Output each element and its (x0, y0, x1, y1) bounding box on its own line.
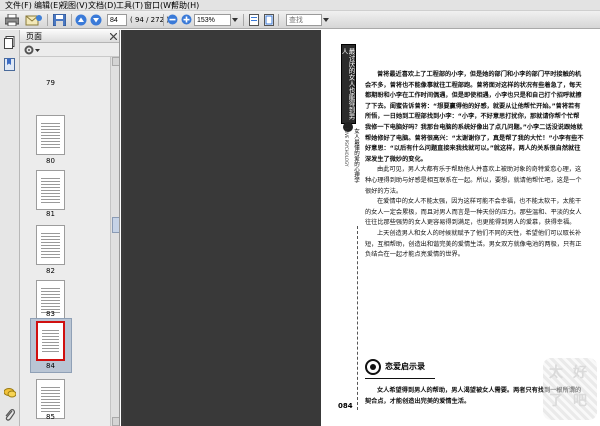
page-down-icon (90, 14, 102, 25)
thumbnail-label: 82 (46, 267, 55, 275)
page-number-input[interactable] (107, 14, 127, 26)
paragraph: 在爱情中的女人不能太强，因为这样可能不会幸福，也不能太软干，太能干的女人一定会累… (365, 198, 582, 227)
attachment-icon (5, 409, 15, 421)
menu-view[interactable]: 视图(V) (60, 0, 88, 11)
section-underline (365, 378, 435, 379)
seal-character: 好 (573, 365, 587, 381)
section-heading: 恋爱启示录 (365, 356, 425, 378)
save-icon (52, 13, 66, 26)
thumbnail-label: 81 (46, 210, 55, 218)
fit-page-icon (263, 13, 274, 26)
menu-bar: 文件(F) 编辑(E) 视图(V) 文档(D) 工具(T) 窗口(W) 帮助(H… (0, 0, 600, 11)
menu-tools[interactable]: 工具(T) (116, 0, 143, 11)
chapter-title: 最讨厌的女人也能得到男人 (340, 48, 355, 120)
panel-close-button[interactable] (109, 32, 118, 41)
chapter-subtitle-english: LOVE PSYCHOLOGY (344, 128, 349, 167)
menu-edit[interactable]: 编辑(E) (34, 0, 61, 11)
chevron-down-icon (323, 17, 329, 22)
page-up-button[interactable] (74, 13, 88, 26)
paragraph: 由此可见，男人大都有乐于帮助他人并喜欢上被助对象的奇特爱恋心理，这种心理得到助与… (365, 166, 582, 195)
paragraph: 上天创造男人和女人的时候就赋予了他们不同的天性，希望他们可以取长补短，互相帮助，… (365, 229, 582, 259)
comment-icon (3, 388, 17, 398)
seal-character: 了 (549, 393, 563, 409)
options-icon (24, 45, 34, 55)
email-icon (25, 14, 42, 25)
thumbnail-page[interactable] (36, 225, 65, 265)
thumbnail-label: 85 (46, 413, 55, 421)
scroll-up-button[interactable] (112, 57, 119, 66)
zoom-out-button[interactable] (166, 13, 179, 26)
find-dropdown[interactable] (322, 13, 330, 26)
thumbnail-label: 83 (46, 310, 55, 318)
page-down-button[interactable] (89, 13, 103, 26)
zoom-out-icon (167, 14, 178, 25)
attachments-button[interactable] (4, 408, 15, 424)
thumbnail-page-selected[interactable] (36, 321, 65, 361)
pages-panel: 页面 79 80 81 82 83 84 85 (20, 30, 120, 426)
fit-page-button[interactable] (262, 13, 275, 26)
body-text: 曾将最近喜欢上了工程部的小李，但是她的部门和小李的部门平时接触的机会不多，曾将也… (365, 70, 585, 261)
panel-header: 页面 (20, 30, 119, 43)
navigation-strip (0, 30, 20, 426)
email-button[interactable] (24, 13, 44, 26)
scroll-thumb[interactable] (112, 217, 119, 233)
chevron-down-icon (35, 48, 40, 52)
page-up-icon (75, 14, 87, 25)
thumbnail-scrollbar[interactable] (110, 57, 119, 426)
bookmarks-icon (4, 58, 15, 71)
seal-character: 吧 (573, 393, 587, 409)
chapter-subtitle: 女人最懂的爱的心理学 (353, 128, 359, 183)
find-input[interactable] (286, 14, 322, 26)
zoom-dropdown[interactable] (231, 13, 239, 26)
panel-toolbar (20, 43, 119, 57)
print-button[interactable] (4, 13, 20, 26)
panel-options-button[interactable] (24, 45, 40, 55)
page-number: 084 (338, 402, 353, 410)
comments-button[interactable] (3, 388, 17, 401)
watermark-seal: 太 好 了 吧 (543, 358, 597, 420)
fit-width-icon (248, 13, 259, 26)
thumbnail-label-selected: 84 (46, 362, 55, 370)
zoom-in-icon (181, 14, 192, 25)
menu-window[interactable]: 窗口(W) (144, 0, 174, 11)
toolbar: ( 94 / 272 ) (0, 11, 600, 29)
section-title: 恋爱启示录 (385, 362, 425, 371)
menu-file[interactable]: 文件(F) (5, 0, 32, 11)
document-page: 最讨厌的女人也能得到男人 女人最懂的爱的心理学 LOVE PSYCHOLOGY … (321, 30, 600, 426)
fit-width-button[interactable] (247, 13, 260, 26)
chevron-down-icon (232, 17, 238, 22)
thumbnail-list: 79 80 81 82 83 84 85 (20, 57, 110, 426)
scroll-down-button[interactable] (112, 417, 119, 426)
seal-character: 太 (549, 365, 563, 381)
thumbnail-label: 79 (46, 79, 55, 87)
menu-document[interactable]: 文档(D) (88, 0, 116, 11)
save-button[interactable] (51, 13, 67, 26)
zoom-input[interactable] (194, 14, 231, 26)
bookmarks-button[interactable] (4, 58, 15, 74)
chapter-title-block: 最讨厌的女人也能得到男人 (340, 44, 356, 124)
thumbnail-label: 80 (46, 157, 55, 165)
close-icon (109, 32, 118, 41)
paragraph: 曾将最近喜欢上了工程部的小李，但是她的部门和小李的部门平时接触的机会不多，曾将也… (365, 71, 584, 163)
side-divider (357, 226, 358, 410)
pages-button[interactable] (4, 36, 15, 52)
pages-icon (4, 36, 15, 49)
print-icon (5, 13, 19, 26)
section-bullet-icon (365, 359, 381, 375)
panel-title: 页面 (26, 32, 42, 41)
menu-help[interactable]: 帮助(H) (171, 0, 199, 11)
thumbnail-page[interactable] (36, 115, 65, 155)
thumbnail-page[interactable] (36, 170, 65, 210)
zoom-in-button[interactable] (180, 13, 193, 26)
